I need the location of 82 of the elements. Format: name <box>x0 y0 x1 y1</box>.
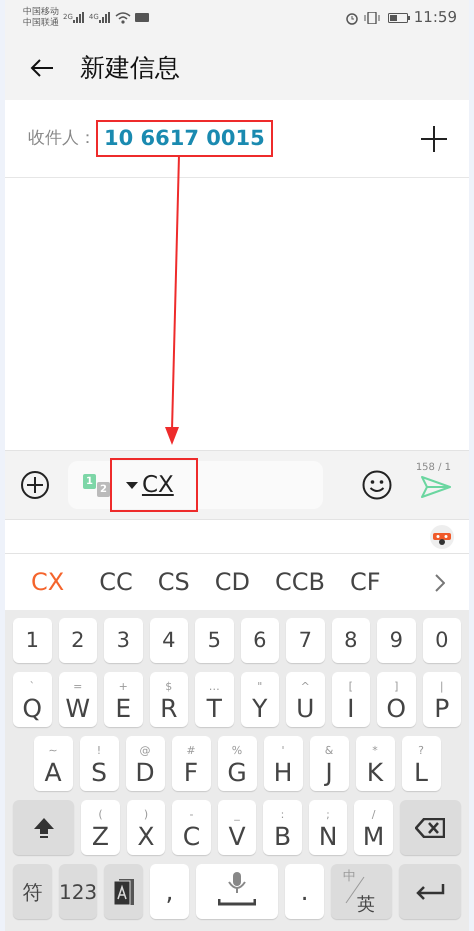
wifi-icon <box>114 12 131 24</box>
keyboard-key[interactable]: . <box>285 864 324 919</box>
keyboard-key[interactable]: * K <box>356 736 394 791</box>
candidate-word[interactable]: CCB <box>274 564 325 600</box>
keyboard-key[interactable]: _ V <box>218 800 256 855</box>
keyboard-key[interactable]: 0 <box>422 618 461 663</box>
signal-icon <box>98 12 111 23</box>
alarm-icon <box>344 10 359 24</box>
keyboard-key[interactable]: [ I <box>332 672 370 727</box>
keyboard-key[interactable]: = W <box>58 672 97 727</box>
backspace-icon <box>415 818 446 838</box>
book-icon <box>112 878 135 906</box>
keyboard-key[interactable]: 符 <box>13 864 52 919</box>
enter-key[interactable] <box>399 864 461 919</box>
back-arrow-icon <box>30 58 54 78</box>
keyboard-key[interactable]: | P <box>422 672 461 727</box>
emoji-button[interactable] <box>362 470 392 500</box>
keyboard-key[interactable]: ~ A <box>34 736 72 791</box>
shift-arrow-icon <box>32 816 55 838</box>
screen-title: 新建信息 <box>80 52 180 84</box>
keyboard-key[interactable]: 1 <box>13 618 52 663</box>
carrier-name: 中国联通 <box>23 18 59 28</box>
circle-plus-icon <box>20 470 50 500</box>
keyboard-key[interactable]: 6 <box>240 618 279 663</box>
keyboard-key[interactable]: $ R <box>150 672 188 727</box>
clock-time: 11:59 <box>414 7 457 28</box>
recipient-number[interactable]: 10 6617 0015 <box>96 120 273 158</box>
keyboard-key[interactable]: " Y <box>240 672 279 727</box>
keyboard-key[interactable]: + E <box>104 672 142 727</box>
keyboard-key[interactable]: 123 <box>58 864 98 919</box>
clipboard-key[interactable] <box>104 864 144 919</box>
keyboard-key[interactable]: ` Q <box>13 672 52 727</box>
keyboard-key[interactable]: % G <box>218 736 256 791</box>
add-recipient-button[interactable] <box>421 126 447 152</box>
enter-icon <box>415 882 446 900</box>
keyboard-key[interactable]: - C <box>172 800 211 855</box>
keyboard-key[interactable]: # F <box>172 736 210 791</box>
dropdown-triangle-icon <box>126 482 138 488</box>
candidate-word[interactable]: CC <box>99 564 133 600</box>
candidate-word[interactable]: CS <box>158 564 190 600</box>
keyboard-key[interactable]: 4 <box>150 618 188 663</box>
space-key[interactable] <box>196 864 278 919</box>
keyboard-key[interactable]: ' H <box>264 736 302 791</box>
keyboard-key[interactable]: ^ U <box>286 672 324 727</box>
keyboard-key[interactable]: 8 <box>332 618 370 663</box>
composed-text: CX <box>142 470 174 500</box>
battery-icon <box>388 12 410 22</box>
keyboard-key[interactable]: ( Z <box>81 800 120 855</box>
attach-button[interactable] <box>20 470 50 500</box>
send-icon <box>421 476 451 498</box>
vibrate-icon <box>364 12 380 24</box>
character-counter: 158 / 1 <box>416 460 451 474</box>
keyboard-key[interactable]: ; N <box>308 800 348 855</box>
keyboard-key[interactable]: ? L <box>402 736 440 791</box>
plus-icon <box>421 126 447 152</box>
keyboard-key[interactable]: ] O <box>377 672 416 727</box>
language-key[interactable]: 中 英 <box>330 864 392 919</box>
keyboard-key[interactable]: @ D <box>126 736 164 791</box>
shift-key[interactable] <box>12 800 74 855</box>
keyboard-key[interactable]: , <box>150 864 189 919</box>
keyboard-key[interactable]: / M <box>354 800 393 855</box>
candidate-word[interactable]: CD <box>214 564 250 600</box>
chevron-right-icon <box>435 574 445 592</box>
keyboard-key[interactable]: 2 <box>58 618 97 663</box>
keyboard-icon <box>134 13 149 22</box>
carrier-name: 中国移动 <box>23 6 59 18</box>
keyboard-key[interactable]: : B <box>263 800 302 855</box>
keyboard-key[interactable]: & J <box>310 736 348 791</box>
keyboard-key[interactable]: 3 <box>104 618 142 663</box>
keyboard-key[interactable]: 5 <box>195 618 234 663</box>
candidate-word[interactable]: CF <box>350 564 381 600</box>
keyboard-key[interactable]: ! S <box>80 736 118 791</box>
microphone-space-icon <box>218 872 256 906</box>
keyboard-key[interactable]: … T <box>195 672 234 727</box>
robot-mascot-icon[interactable] <box>429 524 455 550</box>
smiley-icon <box>362 470 392 500</box>
keyboard-key[interactable]: 9 <box>377 618 416 663</box>
keyboard-key[interactable]: 7 <box>286 618 324 663</box>
backspace-key[interactable] <box>400 800 462 855</box>
signal-icon <box>72 12 85 23</box>
recipient-label: 收件人： <box>28 126 96 150</box>
keyboard-key[interactable]: ) X <box>126 800 166 855</box>
